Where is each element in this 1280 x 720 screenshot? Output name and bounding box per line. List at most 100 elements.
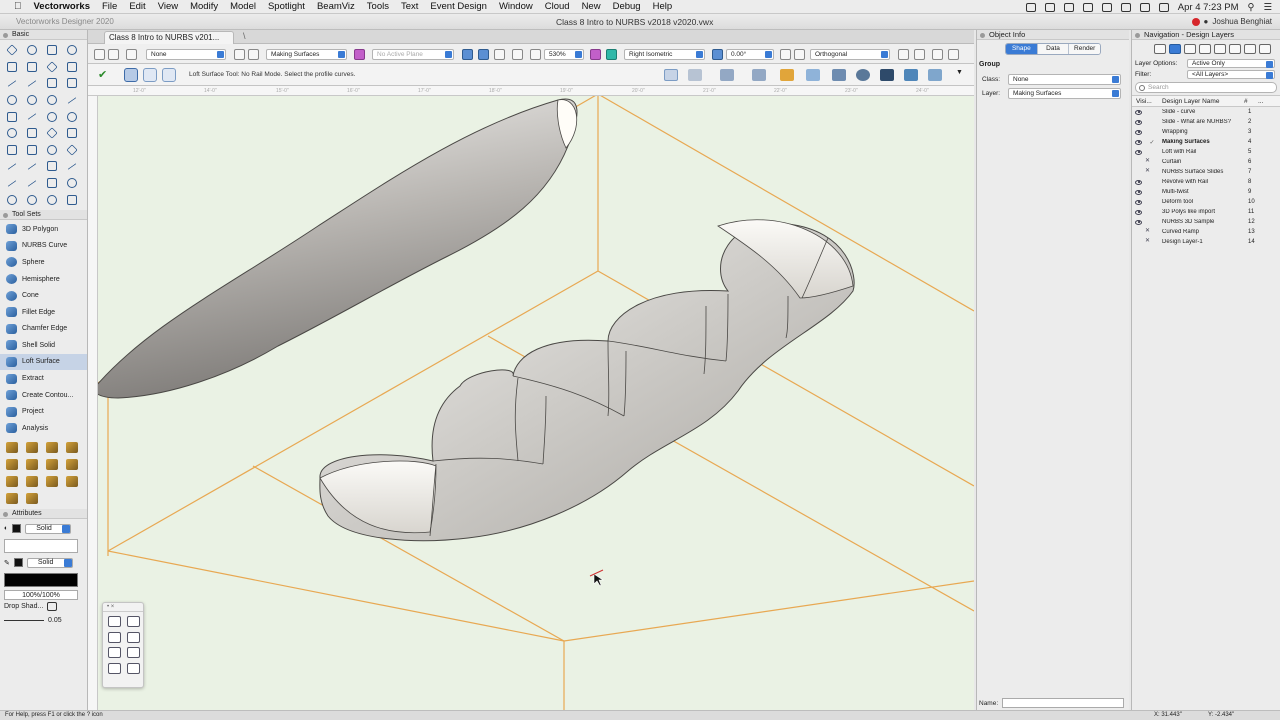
layer-options-icon[interactable] (248, 49, 259, 60)
layer-field[interactable]: Making Surfaces (1008, 87, 1121, 99)
document-tab[interactable]: Class 8 Intro to NURBS v201... (104, 31, 234, 44)
menu-view[interactable]: View (158, 1, 178, 12)
navigation-title[interactable]: Navigation - Design Layers (1132, 30, 1280, 40)
layer-row[interactable]: NURBS Surface Slides 7 (1132, 167, 1280, 177)
chevron-down-icon[interactable]: ▼ (956, 69, 964, 81)
spiral-tool[interactable] (42, 108, 62, 125)
eye-icon[interactable] (1135, 119, 1142, 125)
tool-3d-polygon[interactable]: 3D Polygon (0, 221, 87, 238)
toolset-spotlight[interactable] (2, 473, 22, 490)
nav-viewports-icon[interactable] (1199, 44, 1211, 54)
wifi-icon[interactable] (1139, 2, 1150, 12)
layer-row[interactable]: 3D Polys like import 11 (1132, 207, 1280, 217)
notification-icon[interactable]: ☰ (1263, 2, 1272, 13)
view-select[interactable]: Right Isometric (624, 49, 705, 60)
mirror-tool[interactable] (22, 142, 42, 159)
tape-measure-tool[interactable] (22, 191, 42, 208)
hidden-icon[interactable] (1135, 227, 1150, 235)
menu-beamviz[interactable]: BeamViz (317, 1, 355, 12)
regular-polygon-tool[interactable] (62, 108, 82, 125)
push-pull-icon[interactable] (720, 69, 734, 81)
apple-icon[interactable]:  (14, 1, 22, 12)
rounded-rectangle-tool[interactable] (62, 75, 82, 92)
fit-to-objects-icon[interactable] (494, 49, 505, 60)
pen-preview[interactable] (4, 572, 78, 587)
object-info-title[interactable]: Object Info (977, 30, 1129, 40)
menu-spotlight[interactable]: Spotlight (268, 1, 305, 12)
eye-icon[interactable] (1135, 199, 1142, 205)
tool-nurbs-curve[interactable]: NURBS Curve (0, 238, 87, 255)
reshape-tool[interactable] (2, 142, 22, 159)
menu-event-design[interactable]: Event Design (430, 1, 487, 12)
layer-row[interactable]: Multi-twist 9 (1132, 187, 1280, 197)
menu-modify[interactable]: Modify (190, 1, 218, 12)
hidden-icon[interactable] (1135, 167, 1150, 175)
dropbox-icon[interactable] (1025, 2, 1036, 12)
eye-icon[interactable] (1135, 209, 1142, 215)
rectangle-tool[interactable] (42, 75, 62, 92)
attribute-mapping-tool[interactable] (62, 125, 82, 142)
layer-stack-icon[interactable] (904, 69, 918, 81)
tool-create-contours[interactable]: Create Contou... (0, 387, 87, 404)
col-layer-name[interactable]: Design Layer Name (1162, 98, 1244, 105)
attributes-palette-title[interactable]: Attributes (0, 508, 87, 519)
pan-tool[interactable] (22, 42, 42, 59)
toolset-detailing[interactable] (62, 456, 82, 473)
smart-edge[interactable] (105, 661, 124, 677)
tool-fillet-edge[interactable]: Fillet Edge (0, 304, 87, 321)
snap-to-distance[interactable] (105, 645, 124, 661)
tool-analysis[interactable]: Analysis (0, 420, 87, 437)
saved-views-icon[interactable] (794, 49, 805, 60)
snapping-palette-header[interactable]: • × (103, 603, 143, 612)
layer-row[interactable]: Wrapping 3 (1132, 127, 1280, 137)
smart-points[interactable] (124, 645, 143, 661)
connect-tool[interactable] (22, 158, 42, 175)
text-tool[interactable] (2, 59, 22, 76)
rotate-tool[interactable] (42, 142, 62, 159)
clock[interactable]: Apr 4 7:23 PM (1178, 2, 1239, 13)
layer-row[interactable]: Slide - What are NURBS? 2 (1132, 117, 1280, 127)
triangle-tool[interactable] (22, 125, 42, 142)
eye-icon[interactable] (1135, 219, 1142, 225)
layer-search-input[interactable]: Search (1135, 82, 1277, 93)
plane-toggle-icon[interactable] (462, 49, 473, 60)
toolsets-palette-title[interactable]: Tool Sets (0, 209, 87, 220)
polygon-tool[interactable] (2, 108, 22, 125)
eye-icon[interactable] (1135, 179, 1142, 185)
opacity-value[interactable]: 100%/100% (4, 589, 78, 600)
snap-to-surface[interactable] (124, 661, 143, 677)
pen-color-swatch[interactable] (13, 558, 23, 568)
snap-to-object[interactable] (124, 614, 143, 630)
tool-extract[interactable]: Extract (0, 370, 87, 387)
bluetooth-icon[interactable] (1082, 2, 1093, 12)
view-options-icon[interactable] (932, 49, 943, 60)
screen-icon[interactable] (1044, 2, 1055, 12)
volume-icon[interactable] (1120, 2, 1131, 12)
rotate-plan-icon[interactable] (712, 49, 723, 60)
arc-tool[interactable] (42, 92, 62, 109)
drop-shadow-button[interactable] (47, 602, 58, 612)
back-icon[interactable] (94, 49, 105, 60)
top-ruler[interactable]: 12'-0" 14'-0" 15'-0" 16'-0" 17'-0" 18'-0… (88, 86, 974, 96)
pen-style-select[interactable]: Solid (26, 557, 73, 568)
tool-loft-surface[interactable]: Loft Surface (0, 353, 87, 371)
fill-color-swatch[interactable] (12, 524, 22, 534)
settings-icon[interactable] (898, 49, 909, 60)
menu-model[interactable]: Model (230, 1, 256, 12)
nav-symbols-icon[interactable] (1244, 44, 1256, 54)
plane-icon[interactable] (354, 49, 365, 60)
toolset-landscape[interactable] (42, 456, 62, 473)
eye-icon[interactable] (1135, 129, 1142, 135)
nav-sheet-layers-icon[interactable] (1184, 44, 1196, 54)
col-visibility[interactable]: Visi... (1132, 98, 1162, 105)
menu-tools[interactable]: Tools (367, 1, 389, 12)
zoom-select[interactable]: 530% (544, 49, 584, 60)
group-tool[interactable] (62, 191, 82, 208)
working-plane-icon[interactable] (478, 49, 489, 60)
layer-row[interactable]: Design Layer-1 14 (1132, 237, 1280, 247)
render-mode-icon[interactable] (590, 49, 601, 60)
layer-row[interactable]: Curved Ramp 13 (1132, 227, 1280, 237)
selection-tool[interactable] (2, 42, 22, 59)
alert-icon[interactable] (1191, 17, 1200, 26)
zoom-tool[interactable] (62, 42, 82, 59)
